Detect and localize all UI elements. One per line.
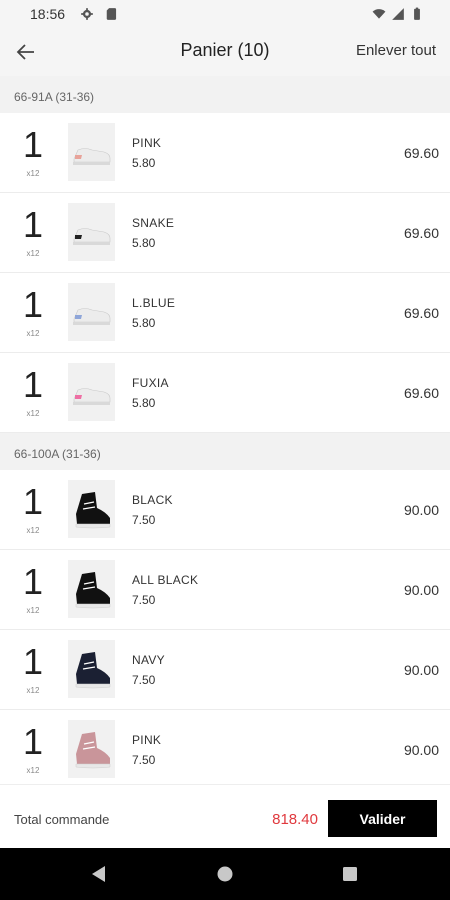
cart-item-row[interactable]: 1 x12 L.BLUE 5.80 69.60 [0,273,450,353]
item-multiplier: x12 [26,766,40,775]
item-multiplier: x12 [26,329,40,338]
product-thumbnail[interactable] [68,480,115,538]
item-color-name: SNAKE [132,216,175,230]
product-thumbnail[interactable] [68,283,115,341]
order-footer: Total commande 818.40 Valider [0,784,450,849]
item-unit-price: 7.50 [132,753,156,767]
status-time: 18:56 [30,6,66,22]
item-amount: 90.00 [403,502,439,518]
item-amount: 90.00 [403,582,439,598]
item-quantity[interactable]: 1 [16,367,50,403]
item-unit-price: 5.80 [132,316,156,330]
wifi-icon [372,9,386,19]
item-multiplier: x12 [26,686,40,695]
product-thumbnail[interactable] [68,123,115,181]
item-color-name: BLACK [132,493,173,507]
item-color-name: L.BLUE [132,296,176,310]
system-nav-bar [0,848,450,900]
section-header: 66-100A (31-36) [0,433,450,470]
item-quantity[interactable]: 1 [16,484,50,520]
item-amount: 69.60 [403,225,439,241]
recents-square-icon[interactable] [340,864,360,884]
item-color-name: ALL BLACK [132,573,199,587]
item-multiplier: x12 [26,249,40,258]
cart-item-row[interactable]: 1 x12 PINK 7.50 90.00 [0,710,450,784]
item-amount: 69.60 [403,305,439,321]
item-multiplier: x12 [26,169,40,178]
battery-icon [414,7,420,20]
total-label: Total commande [14,812,110,827]
signal-icon [392,8,404,20]
item-amount: 69.60 [403,145,439,161]
cart-item-row[interactable]: 1 x12 ALL BLACK 7.50 90.00 [0,550,450,630]
item-quantity[interactable]: 1 [16,564,50,600]
cart-item-row[interactable]: 1 x12 NAVY 7.50 90.00 [0,630,450,710]
item-unit-price: 7.50 [132,593,156,607]
total-value: 818.40 [272,811,318,828]
item-unit-price: 5.80 [132,156,156,170]
item-quantity[interactable]: 1 [16,644,50,680]
app-bar: Panier (10) Enlever tout [0,28,450,76]
back-triangle-icon[interactable] [89,864,109,884]
home-circle-icon[interactable] [215,864,235,884]
item-color-name: PINK [132,136,162,150]
item-amount: 69.60 [403,385,439,401]
item-multiplier: x12 [26,526,40,535]
item-color-name: PINK [132,733,162,747]
product-thumbnail[interactable] [68,560,115,618]
sd-card-icon [106,8,117,20]
item-amount: 90.00 [403,662,439,678]
validate-button[interactable]: Valider [328,800,437,837]
item-multiplier: x12 [26,606,40,615]
item-color-name: FUXIA [132,376,169,390]
item-multiplier: x12 [26,409,40,418]
cart-item-row[interactable]: 1 x12 SNAKE 5.80 69.60 [0,193,450,273]
item-quantity[interactable]: 1 [16,207,50,243]
status-bar: 18:56 [0,0,450,28]
product-thumbnail[interactable] [68,720,115,778]
section-header: 66-91A (31-36) [0,76,450,113]
item-amount: 90.00 [403,742,439,758]
product-thumbnail[interactable] [68,203,115,261]
product-thumbnail[interactable] [68,640,115,698]
item-unit-price: 7.50 [132,673,156,687]
item-color-name: NAVY [132,653,165,667]
item-quantity[interactable]: 1 [16,287,50,323]
item-unit-price: 5.80 [132,396,156,410]
cart-item-row[interactable]: 1 x12 PINK 5.80 69.60 [0,113,450,193]
cart-item-row[interactable]: 1 x12 FUXIA 5.80 69.60 [0,353,450,433]
gear-icon [81,8,93,20]
item-unit-price: 7.50 [132,513,156,527]
remove-all-button[interactable]: Enlever tout [356,42,436,59]
item-quantity[interactable]: 1 [16,127,50,163]
product-thumbnail[interactable] [68,363,115,421]
cart-list[interactable]: 66-91A (31-36) 1 x12 PINK 5.80 69.60 1 x12 SNAKE… [0,76,450,784]
cart-item-row[interactable]: 1 x12 BLACK 7.50 90.00 [0,470,450,550]
item-quantity[interactable]: 1 [16,724,50,760]
item-unit-price: 5.80 [132,236,156,250]
